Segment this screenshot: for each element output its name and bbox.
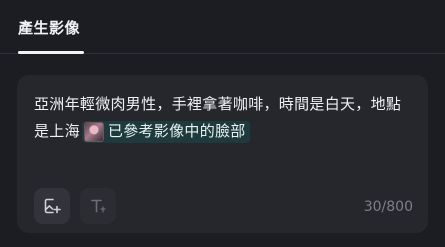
active-tab-indicator <box>18 51 84 54</box>
reference-image-chip[interactable]: 已參考影像中的臉部 <box>81 120 250 143</box>
reference-thumbnail <box>83 121 104 142</box>
add-image-button[interactable] <box>34 188 70 224</box>
image-generation-panel: 產生影像 亞洲年輕微肉男性，手裡拿著咖啡，時間是白天，地點是上海 已參考影像中的臉… <box>0 0 445 247</box>
text-format-icon <box>89 197 107 215</box>
character-counter: 30/800 <box>363 199 413 215</box>
tab-label: 產生影像 <box>18 18 81 37</box>
prompt-input[interactable]: 亞洲年輕微肉男性，手裡拿著咖啡，時間是白天，地點是上海 已參考影像中的臉部 <box>34 91 414 145</box>
add-image-icon <box>43 197 61 215</box>
reference-chip-label: 已參考影像中的臉部 <box>107 122 246 140</box>
tab-generate-image[interactable]: 產生影像 <box>18 0 80 54</box>
text-format-button[interactable] <box>80 188 116 224</box>
prompt-card: 亞洲年輕微肉男性，手裡拿著咖啡，時間是白天，地點是上海 已參考影像中的臉部 30/… <box>17 75 428 233</box>
tab-bar: 產生影像 <box>0 0 445 54</box>
